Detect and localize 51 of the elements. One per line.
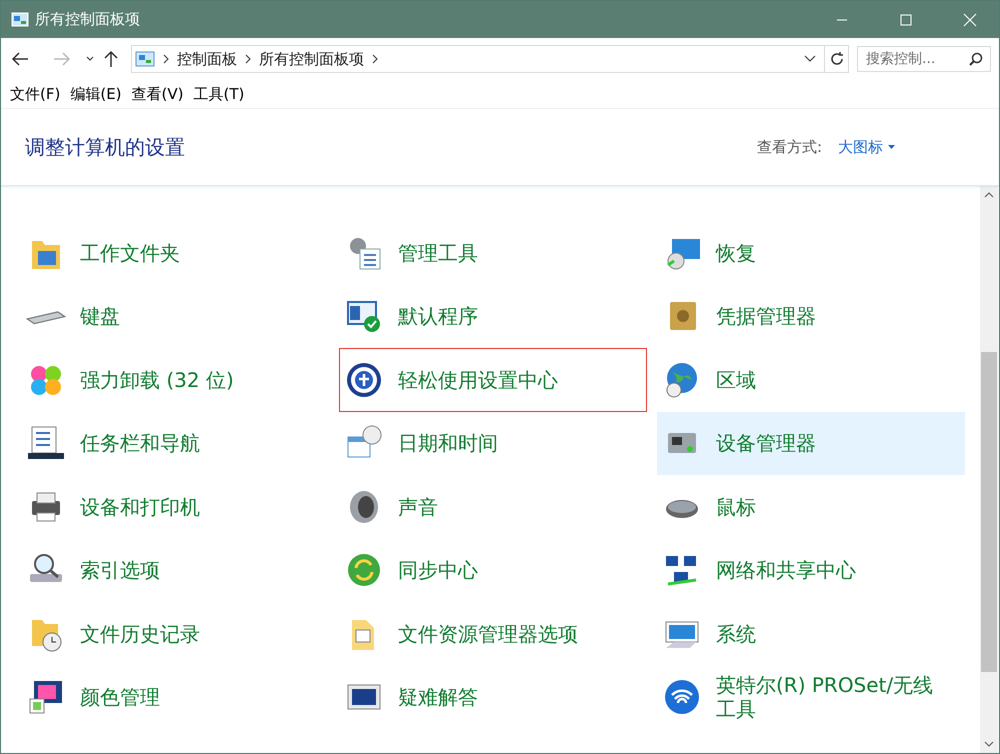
control-panel-item[interactable]: 疑难解答: [339, 666, 647, 729]
control-panel-item[interactable]: 颜色管理: [21, 666, 329, 729]
menu-item[interactable]: 工具(T): [188, 84, 250, 104]
control-panel-item[interactable]: 同步中心: [339, 538, 647, 602]
control-panel-item[interactable]: 轻松使用设置中心: [339, 348, 647, 412]
minimize-icon: [836, 18, 848, 20]
control-panel-item[interactable]: 工作文件夹: [21, 221, 329, 284]
control-panel-item[interactable]: 凭据管理器: [657, 284, 965, 348]
refresh-icon: [830, 52, 844, 66]
control-panel-icon: [11, 12, 29, 28]
close-icon: [963, 12, 977, 26]
control-panel-item[interactable]: 区域: [657, 348, 965, 412]
control-panel-item[interactable]: 文件资源管理器选项: [339, 602, 647, 666]
scrollbar-thumb[interactable]: [981, 352, 997, 672]
scrollbar[interactable]: [980, 186, 998, 753]
menu-item[interactable]: 文件(F): [5, 84, 66, 104]
control-panel-item[interactable]: 设备管理器: [657, 412, 965, 475]
control-panel-icon: [135, 51, 155, 67]
menu-item[interactable]: 编辑(E): [65, 84, 127, 104]
window-title: 所有控制面板项: [35, 10, 141, 29]
chevron-icon: [245, 54, 251, 64]
control-panel-item[interactable]: 键盘: [21, 284, 329, 348]
chevron-icon: [163, 54, 169, 64]
search-field[interactable]: 搜索控制...: [857, 46, 991, 72]
caret-icon: [888, 145, 895, 149]
menu-item[interactable]: 查看(V): [126, 84, 188, 104]
page-title: 调整计算机的设置: [25, 134, 186, 160]
control-panel-item[interactable]: 系统: [657, 602, 965, 666]
breadcrumb[interactable]: 控制面板: [177, 50, 237, 68]
search-icon: [969, 52, 983, 66]
chevron-icon: [372, 54, 378, 64]
control-panel-item[interactable]: 强力卸载 (32 位): [21, 348, 329, 412]
control-panel-item[interactable]: 日期和时间: [339, 412, 647, 475]
control-panel-item[interactable]: 设备和打印机: [21, 475, 329, 538]
breadcrumb[interactable]: 所有控制面板项: [259, 50, 364, 68]
control-panel-item[interactable]: 声音: [339, 475, 647, 538]
control-panel-item[interactable]: 鼠标: [657, 475, 965, 538]
dropdown-icon[interactable]: [804, 55, 816, 63]
control-panel-item[interactable]: 恢复: [657, 221, 965, 284]
control-panel-item[interactable]: 英特尔(R) PROSet/无线工具: [657, 666, 965, 729]
control-panel-item[interactable]: 网络和共享中心: [657, 538, 965, 602]
view-by-label: 查看方式:: [756, 138, 822, 156]
control-panel-item[interactable]: 任务栏和导航: [21, 412, 329, 475]
view-by-link[interactable]: 大图标: [838, 138, 895, 156]
maximize-icon: [900, 14, 912, 26]
control-panel-item[interactable]: 默认程序: [339, 284, 647, 348]
caret-icon: [85, 55, 95, 63]
control-panel-item[interactable]: 索引选项: [21, 538, 329, 602]
control-panel-item[interactable]: 文件历史记录: [21, 602, 329, 666]
address-bar[interactable]: 控制面板 所有控制面板项: [131, 45, 849, 73]
control-panel-item[interactable]: 管理工具: [339, 221, 647, 284]
